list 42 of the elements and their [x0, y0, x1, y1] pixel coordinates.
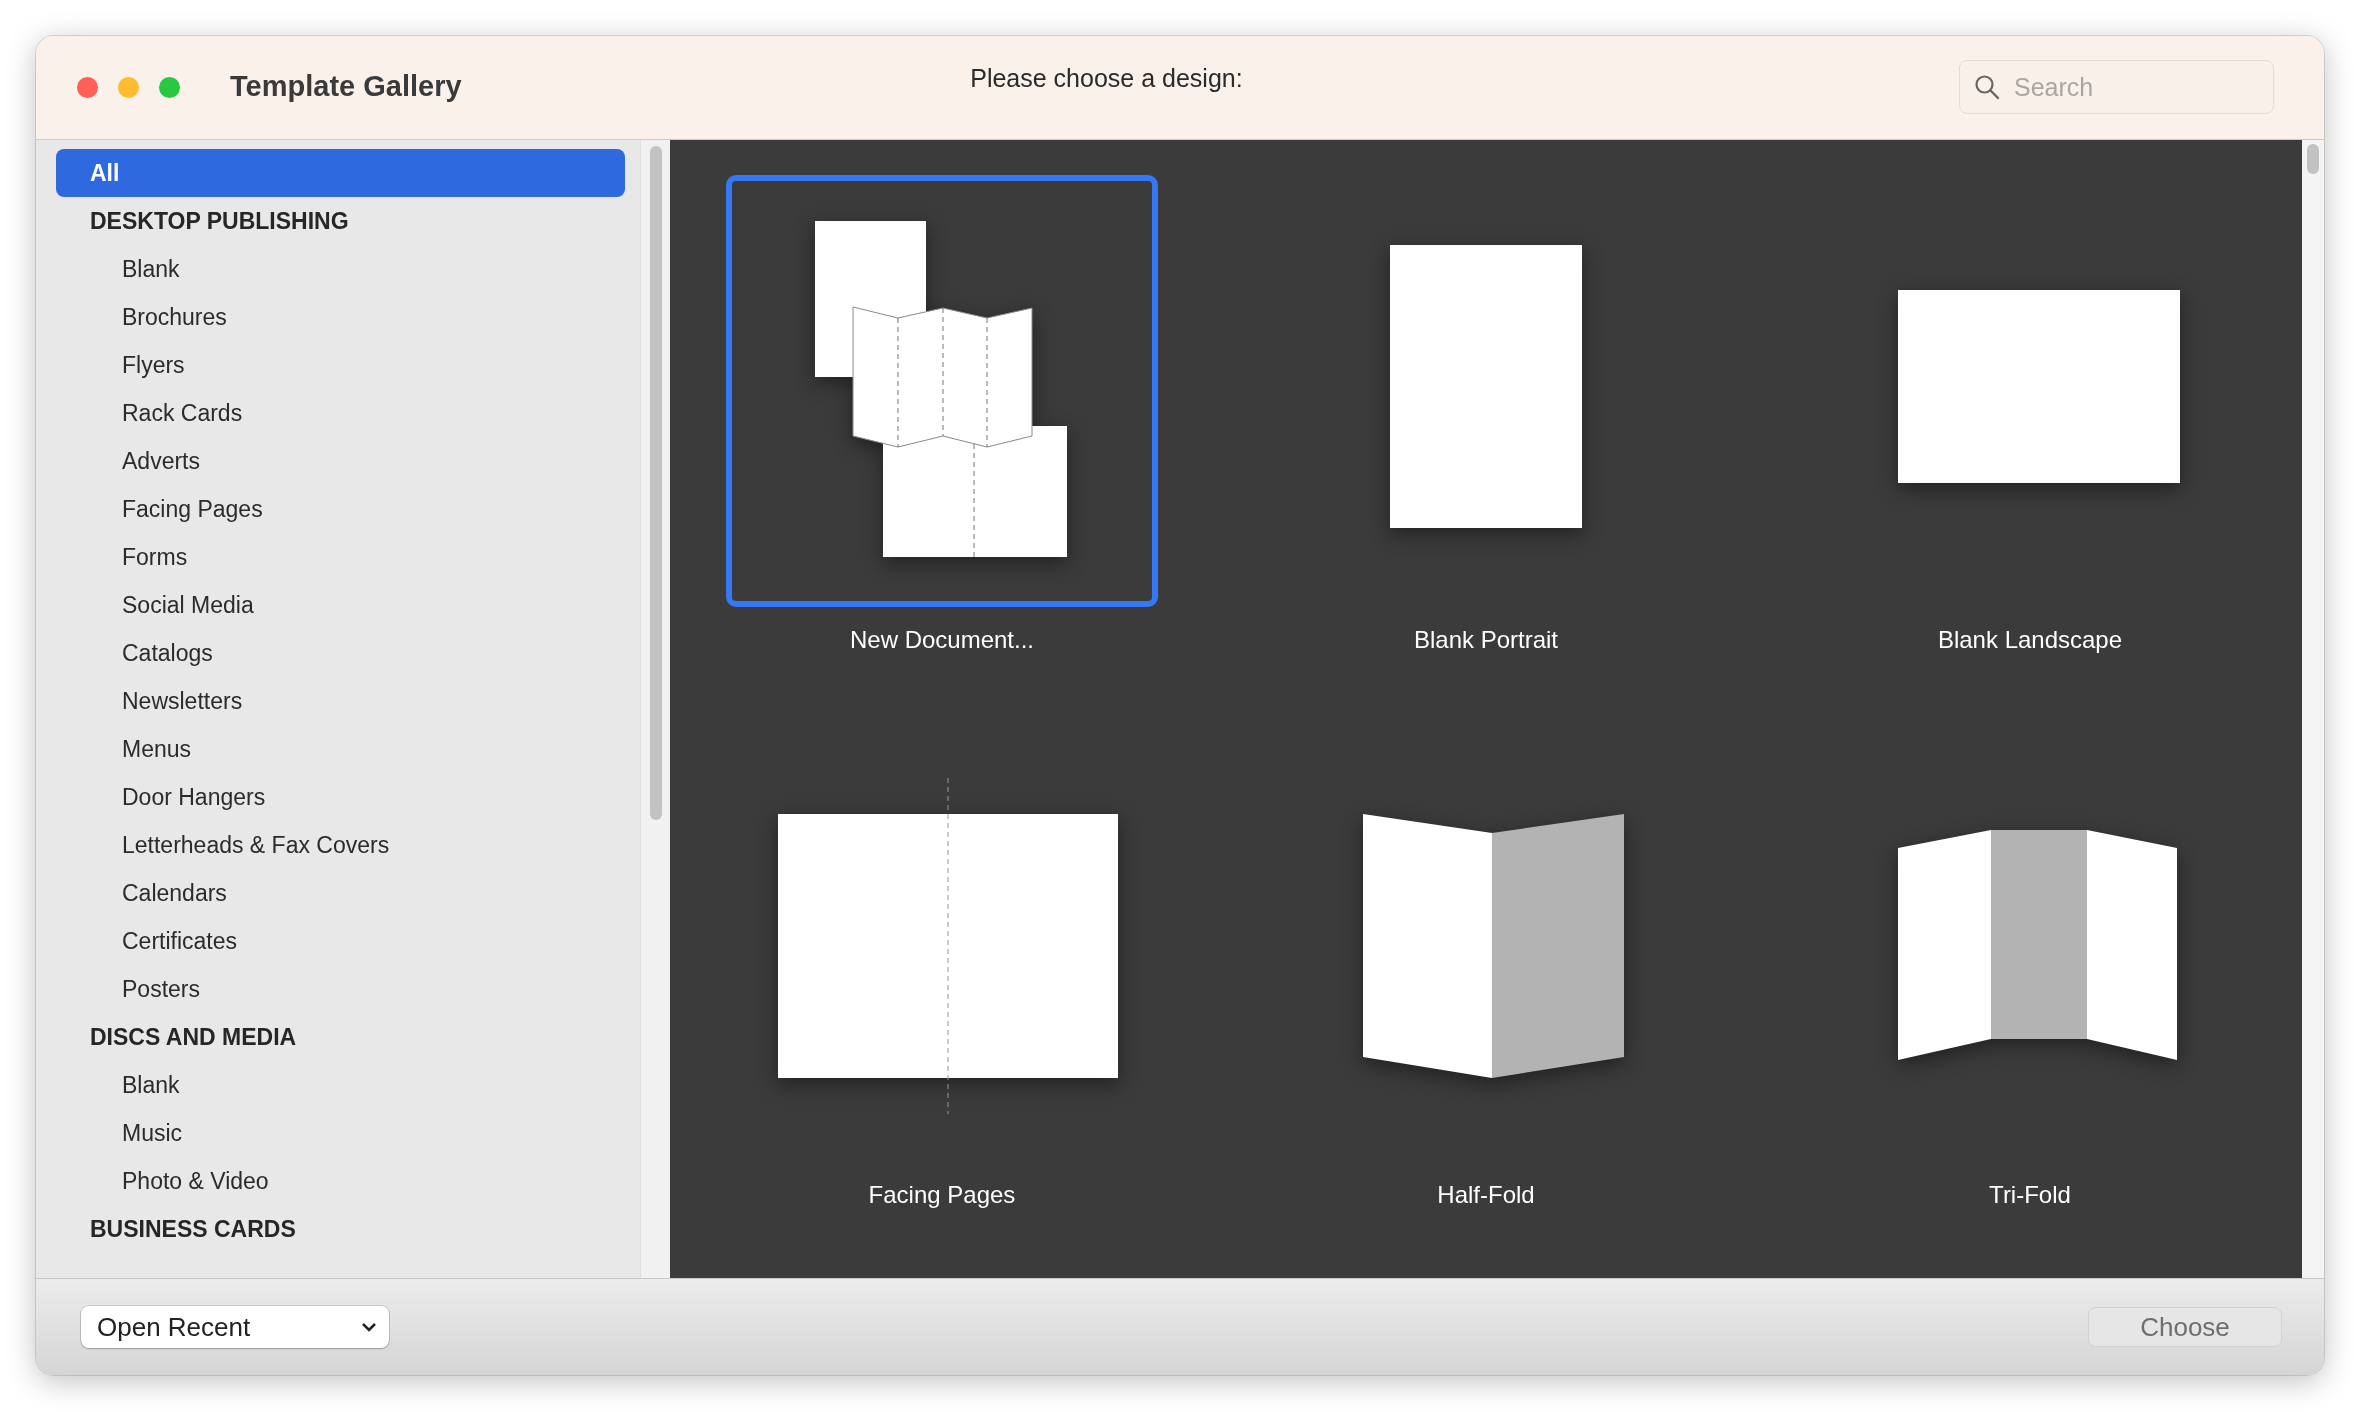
window-title: Template Gallery [230, 70, 462, 103]
search-field[interactable]: Search [1959, 60, 2274, 114]
sidebar-item[interactable]: Letterheads & Fax Covers [56, 821, 625, 869]
sidebar-item[interactable]: Photo & Video [56, 1157, 625, 1205]
template-label: Tri-Fold [1989, 1181, 2071, 1209]
chevron-icon [361, 1321, 377, 1333]
sidebar-item[interactable]: All [56, 149, 625, 197]
sidebar-item[interactable]: Certificates [56, 917, 625, 965]
landscape-page-icon [1898, 290, 2180, 483]
sidebar-item[interactable]: Posters [56, 965, 625, 1013]
template-label: New Document... [849, 626, 1035, 654]
sidebar-item[interactable]: Blank [56, 1061, 625, 1109]
template-label: Blank Landscape [1937, 626, 2123, 654]
scrollbar[interactable] [2302, 140, 2324, 1278]
open-recent-dropdown[interactable]: Open Recent [81, 1306, 389, 1348]
sidebar-item[interactable]: Newsletters [56, 677, 625, 725]
sidebar-item[interactable]: Forms [56, 533, 625, 581]
sidebar-item[interactable]: Calendars [56, 869, 625, 917]
sidebar-item[interactable]: Music [56, 1109, 625, 1157]
scrollbar[interactable] [640, 140, 670, 1278]
sidebar-item[interactable]: Blank [56, 245, 625, 293]
search-input[interactable]: Search [2012, 71, 2256, 103]
sidebar-item[interactable]: Brochures [56, 293, 625, 341]
template-label: Half-Fold [1437, 1181, 1535, 1209]
sidebar-item[interactable]: Rack Cards [56, 389, 625, 437]
template-label: Blank Portrait [1413, 626, 1559, 654]
sidebar-item[interactable]: Menus [56, 725, 625, 773]
sidebar-item[interactable]: BUSINESS CARDS [56, 1205, 625, 1253]
template-label: Facing Pages [868, 1181, 1016, 1209]
sidebar-item[interactable]: Flyers [56, 341, 625, 389]
prompt-text: Please choose a design: [970, 64, 1243, 93]
sidebar-item[interactable]: Catalogs [56, 629, 625, 677]
sidebar-item[interactable]: Door Hangers [56, 773, 625, 821]
template-thumbnail[interactable] [726, 175, 1158, 607]
category-heading[interactable]: DISCS AND MEDIA [56, 1013, 625, 1061]
sidebar-item[interactable]: Adverts [56, 437, 625, 485]
portrait-page-icon [1390, 245, 1582, 528]
sidebar-item[interactable]: Social Media [56, 581, 625, 629]
search-icon [1974, 74, 2000, 100]
category-heading[interactable]: DESKTOP PUBLISHING [56, 197, 625, 245]
sidebar-item[interactable]: Facing Pages [56, 485, 625, 533]
close-button[interactable] [77, 77, 98, 98]
